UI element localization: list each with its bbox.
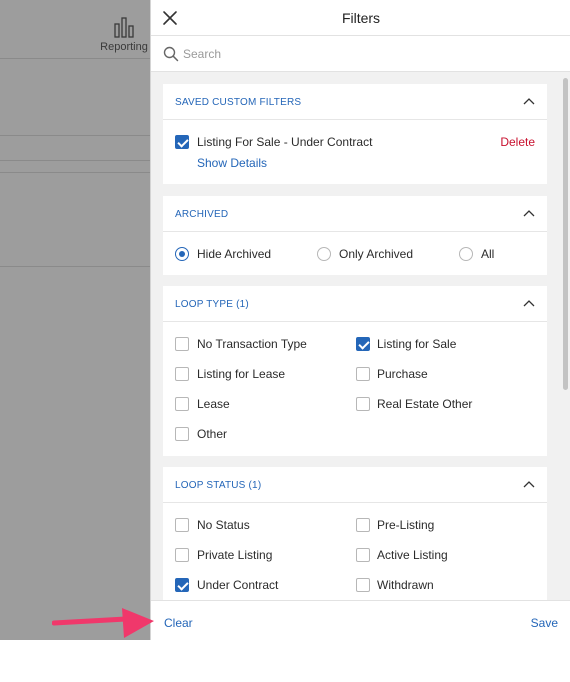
- divider: [0, 160, 150, 161]
- chevron-up-icon: [523, 210, 535, 217]
- section-title: ARCHIVED: [175, 209, 229, 220]
- reporting-nav-item[interactable]: Reporting: [98, 16, 150, 53]
- option-label: Purchase: [377, 367, 428, 381]
- saved-filter-label: Listing For Sale - Under Contract: [197, 135, 373, 149]
- radio-label-all: All: [481, 247, 495, 261]
- checkbox-active-listing[interactable]: [356, 548, 370, 562]
- radio-label-hide-archived: Hide Archived: [197, 247, 272, 261]
- section-loop-type: LOOP TYPE (1) No Transaction Type Listin…: [163, 286, 547, 456]
- section-header-saved-custom-filters[interactable]: SAVED CUSTOM FILTERS: [163, 84, 547, 120]
- option-label: No Transaction Type: [197, 337, 307, 351]
- section-title: LOOP STATUS (1): [175, 480, 262, 491]
- section-title: SAVED CUSTOM FILTERS: [175, 97, 302, 108]
- checkbox-lease[interactable]: [175, 397, 189, 411]
- option-label: Lease: [197, 397, 230, 411]
- checkbox-withdrawn[interactable]: [356, 578, 370, 592]
- annotation-arrow-icon: [52, 608, 154, 638]
- clear-button[interactable]: Clear: [164, 616, 193, 630]
- chevron-up-icon: [523, 98, 535, 105]
- option-label: Withdrawn: [377, 578, 434, 592]
- section-saved-custom-filters: SAVED CUSTOM FILTERS Listing For Sale - …: [163, 84, 547, 184]
- checkbox-pre-listing[interactable]: [356, 518, 370, 532]
- option-label: No Status: [197, 518, 250, 532]
- option-label: Pre-Listing: [377, 518, 435, 532]
- checkbox-purchase[interactable]: [356, 367, 370, 381]
- radio-only-archived[interactable]: [317, 247, 331, 261]
- checkbox-real-estate-other[interactable]: [356, 397, 370, 411]
- show-details-link[interactable]: Show Details: [197, 156, 267, 170]
- saved-filter-checkbox[interactable]: [175, 135, 189, 149]
- checkbox-listing-for-lease[interactable]: [175, 367, 189, 381]
- section-header-loop-status[interactable]: LOOP STATUS (1): [163, 467, 547, 503]
- chevron-up-icon: [523, 300, 535, 307]
- drawer-header: Filters: [151, 0, 570, 36]
- bar-chart-icon: [114, 17, 134, 38]
- background-app-overlay[interactable]: [0, 0, 150, 640]
- reporting-label: Reporting: [100, 41, 148, 53]
- checkbox-private-listing[interactable]: [175, 548, 189, 562]
- checkbox-listing-for-sale[interactable]: [356, 337, 370, 351]
- chevron-up-icon: [523, 481, 535, 488]
- divider: [0, 266, 150, 267]
- option-label: Listing for Sale: [377, 337, 457, 351]
- option-label: Private Listing: [197, 548, 273, 562]
- checkbox-no-transaction-type[interactable]: [175, 337, 189, 351]
- search-input[interactable]: [183, 44, 553, 64]
- checkbox-under-contract[interactable]: [175, 578, 189, 592]
- section-archived: ARCHIVED Hide Archived Only Archived All: [163, 196, 547, 275]
- option-label: Listing for Lease: [197, 367, 286, 381]
- option-label: Under Contract: [197, 578, 279, 592]
- drawer-footer: Clear Save: [151, 600, 570, 640]
- option-label: Other: [197, 427, 228, 441]
- section-loop-status: LOOP STATUS (1) No Status Pre-Listing Pr…: [163, 467, 547, 600]
- radio-hide-archived[interactable]: [175, 247, 189, 261]
- divider: [0, 172, 150, 173]
- divider: [0, 135, 150, 136]
- option-label: Real Estate Other: [377, 397, 473, 411]
- filters-drawer: Filters SAVED CUSTOM FILTERS Listing For…: [150, 0, 570, 640]
- delete-saved-filter-link[interactable]: Delete: [500, 135, 535, 149]
- option-label: Active Listing: [377, 548, 448, 562]
- save-button[interactable]: Save: [531, 616, 558, 630]
- divider: [0, 58, 150, 59]
- screen: Reporting Filters SAVED CUSTOM FILTERS: [0, 0, 570, 682]
- search-bar: [151, 36, 570, 72]
- search-icon: [163, 46, 179, 62]
- radio-all[interactable]: [459, 247, 473, 261]
- radio-label-only-archived: Only Archived: [339, 247, 414, 261]
- filters-scroll-area[interactable]: SAVED CUSTOM FILTERS Listing For Sale - …: [151, 72, 570, 600]
- scrollbar-thumb[interactable]: [563, 78, 568, 390]
- section-title: LOOP TYPE (1): [175, 299, 249, 310]
- section-header-archived[interactable]: ARCHIVED: [163, 196, 547, 232]
- checkbox-other[interactable]: [175, 427, 189, 441]
- section-header-loop-type[interactable]: LOOP TYPE (1): [163, 286, 547, 322]
- checkbox-no-status[interactable]: [175, 518, 189, 532]
- drawer-title: Filters: [341, 10, 381, 26]
